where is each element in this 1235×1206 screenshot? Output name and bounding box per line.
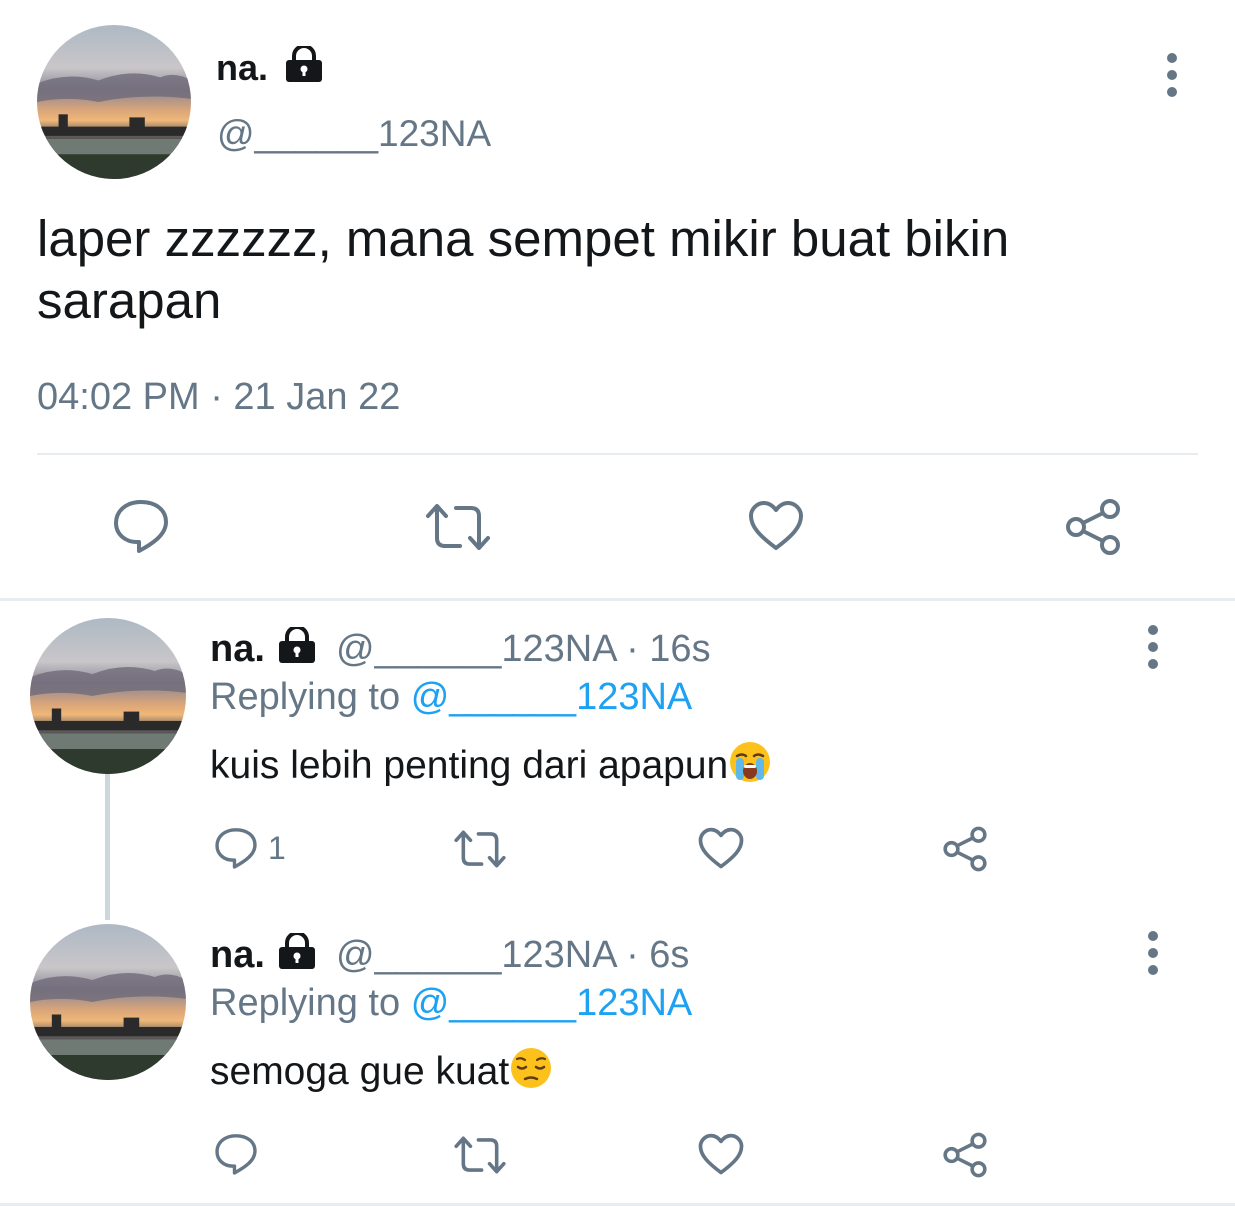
- reply-header: na. @______123NA · 6s: [210, 932, 689, 978]
- reply-button[interactable]: 1: [214, 826, 286, 870]
- replying-prefix: Replying to: [210, 982, 401, 1024]
- lock-icon: [279, 933, 316, 969]
- like-icon: [698, 827, 744, 869]
- section-divider: [0, 598, 1235, 601]
- share-icon: [943, 826, 987, 872]
- display-name[interactable]: na.: [216, 47, 268, 88]
- more-options-button[interactable]: [1157, 53, 1187, 97]
- replying-to: Replying to @______123NA: [210, 674, 692, 720]
- replying-to-link[interactable]: @______123NA: [411, 982, 693, 1024]
- share-button[interactable]: [942, 826, 988, 872]
- reply-text-content: semoga gue kuat: [210, 1050, 510, 1093]
- share-button[interactable]: [1064, 498, 1122, 556]
- display-name[interactable]: na.: [210, 934, 265, 976]
- more-options-button[interactable]: [1138, 931, 1168, 975]
- more-icon: [1148, 931, 1158, 941]
- replying-to: Replying to @______123NA: [210, 980, 692, 1026]
- retweet-button[interactable]: [424, 502, 492, 552]
- like-button[interactable]: [698, 827, 744, 870]
- relative-time[interactable]: 6s: [649, 934, 689, 976]
- like-icon: [698, 1133, 744, 1175]
- reply-icon: [114, 500, 168, 553]
- lock-icon: [279, 627, 316, 663]
- reply-text: kuis lebih penting dari apapun: [210, 740, 772, 790]
- reply-text-content: kuis lebih penting dari apapun: [210, 744, 729, 787]
- like-button[interactable]: [698, 1133, 744, 1176]
- retweet-icon: [426, 504, 490, 550]
- handle[interactable]: @______123NA: [336, 934, 615, 976]
- share-icon: [1066, 499, 1120, 555]
- share-button[interactable]: [942, 1132, 988, 1178]
- reply-header: na. @______123NA · 16s: [210, 626, 711, 672]
- tweet-text: laper zzzzzz, mana sempet mikir buat bik…: [37, 210, 1010, 329]
- reply-icon: [215, 1134, 257, 1175]
- retweet-button[interactable]: [453, 829, 507, 869]
- more-icon: [1167, 53, 1177, 63]
- reply-button[interactable]: [112, 498, 170, 554]
- share-icon: [943, 1132, 987, 1178]
- like-button[interactable]: [748, 500, 804, 552]
- retweet-button[interactable]: [453, 1135, 507, 1175]
- more-icon: [1148, 625, 1158, 635]
- retweet-icon: [454, 830, 506, 868]
- reply-count: 1: [268, 829, 286, 866]
- lock-icon: [286, 46, 323, 82]
- handle[interactable]: @______123NA: [217, 112, 491, 156]
- avatar[interactable]: [30, 618, 186, 774]
- avatar[interactable]: [30, 924, 186, 1080]
- divider: [37, 453, 1198, 455]
- handle[interactable]: @______123NA: [336, 628, 615, 670]
- separator: ·: [615, 934, 650, 976]
- reply-icon: [215, 828, 257, 869]
- thread-line: [105, 774, 110, 920]
- relative-time[interactable]: 16s: [649, 628, 710, 670]
- timestamp[interactable]: 04:02 PM · 21 Jan 22: [37, 374, 400, 420]
- replying-to-link[interactable]: @______123NA: [411, 676, 693, 718]
- display-name[interactable]: na.: [210, 628, 265, 670]
- retweet-icon: [454, 1136, 506, 1174]
- more-options-button[interactable]: [1138, 625, 1168, 669]
- avatar[interactable]: [37, 25, 191, 179]
- separator: ·: [615, 628, 650, 670]
- like-icon: [749, 501, 803, 550]
- replying-prefix: Replying to: [210, 676, 401, 718]
- loudly-crying-face-icon: [730, 742, 771, 782]
- reply-text: semoga gue kuat: [210, 1046, 553, 1096]
- pensive-face-icon: [511, 1048, 552, 1088]
- reply-button[interactable]: [214, 1132, 268, 1176]
